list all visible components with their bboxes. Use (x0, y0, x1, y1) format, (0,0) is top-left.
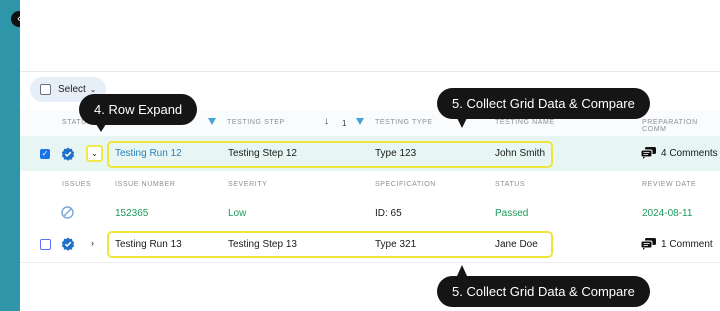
detail-header-issues: ISSUES (62, 181, 92, 188)
select-all-checkbox[interactable] (40, 84, 51, 95)
issue-number-value: 152365 (115, 208, 149, 219)
callout-row-expand: 4. Row Expand (79, 94, 198, 125)
filter-icon[interactable] (208, 118, 216, 125)
divider (20, 262, 720, 263)
sort-arrow-icon[interactable]: ↓ (324, 116, 329, 127)
specification-value: ID: 65 (375, 208, 402, 219)
status-value: Passed (495, 208, 529, 219)
verified-badge-icon (61, 237, 75, 251)
callout-tail (96, 124, 106, 132)
comments-count: 1 Comment (661, 238, 713, 250)
detail-header-status: STATUS (495, 181, 526, 188)
callout-collect-grid-data-bottom: 5. Collect Grid Data & Compare (437, 276, 650, 307)
detail-header-review-date: REVIEW DATE (642, 181, 697, 188)
main-panel: Select ⌄ STATUS TESTING STEP ↓ 1 TESTING… (20, 0, 720, 311)
highlight-box-row-1 (107, 141, 553, 168)
comments-cell[interactable]: 4 Comments (641, 147, 718, 159)
filter-icon[interactable] (356, 118, 364, 125)
review-date-value: 2024-08-11 (642, 208, 693, 219)
column-header-preparation[interactable]: PREPARATION COMM (642, 119, 720, 133)
verified-badge-icon (61, 147, 75, 161)
divider (20, 71, 720, 72)
detail-header-specification: SPECIFICATION (375, 181, 436, 188)
column-header-testing-type[interactable]: TESTING TYPE (375, 119, 433, 126)
severity-value: Low (228, 208, 247, 219)
comments-cell[interactable]: 1 Comment (641, 238, 713, 250)
column-header-testing-name[interactable]: TESTING NAME (495, 119, 555, 126)
column-header-testing-step[interactable]: TESTING STEP (227, 119, 285, 126)
select-label: Select (58, 84, 86, 95)
detail-header: ISSUES ISSUE NUMBER SEVERITY SPECIFICATI… (20, 171, 720, 199)
app-window: ‹ Select ⌄ STATUS TESTING STEP ↓ 1 TESTI… (0, 0, 720, 311)
callout-tail (457, 118, 467, 128)
detail-row: 152365 Low ID: 65 Passed 2024-08-11 (20, 199, 720, 227)
detail-header-issue-number: ISSUE NUMBER (115, 181, 176, 188)
chevron-right-icon[interactable]: › (91, 238, 94, 248)
no-issues-icon (61, 206, 74, 219)
chevron-down-icon: ⌄ (91, 149, 98, 158)
row-checkbox[interactable]: ✓ (40, 149, 50, 159)
sort-index: 1 (342, 119, 348, 128)
callout-collect-grid-data-top: 5. Collect Grid Data & Compare (437, 88, 650, 119)
comments-icon (641, 147, 656, 159)
side-rail (0, 0, 20, 311)
row-expand-button[interactable]: ⌄ (86, 145, 103, 162)
chevron-down-icon: ⌄ (89, 85, 97, 94)
highlight-box-row-2 (107, 231, 553, 258)
comments-count: 4 Comments (661, 147, 718, 159)
comments-icon (641, 238, 656, 250)
detail-header-severity: SEVERITY (228, 181, 268, 188)
row-checkbox[interactable] (40, 239, 51, 250)
callout-tail (457, 265, 467, 276)
